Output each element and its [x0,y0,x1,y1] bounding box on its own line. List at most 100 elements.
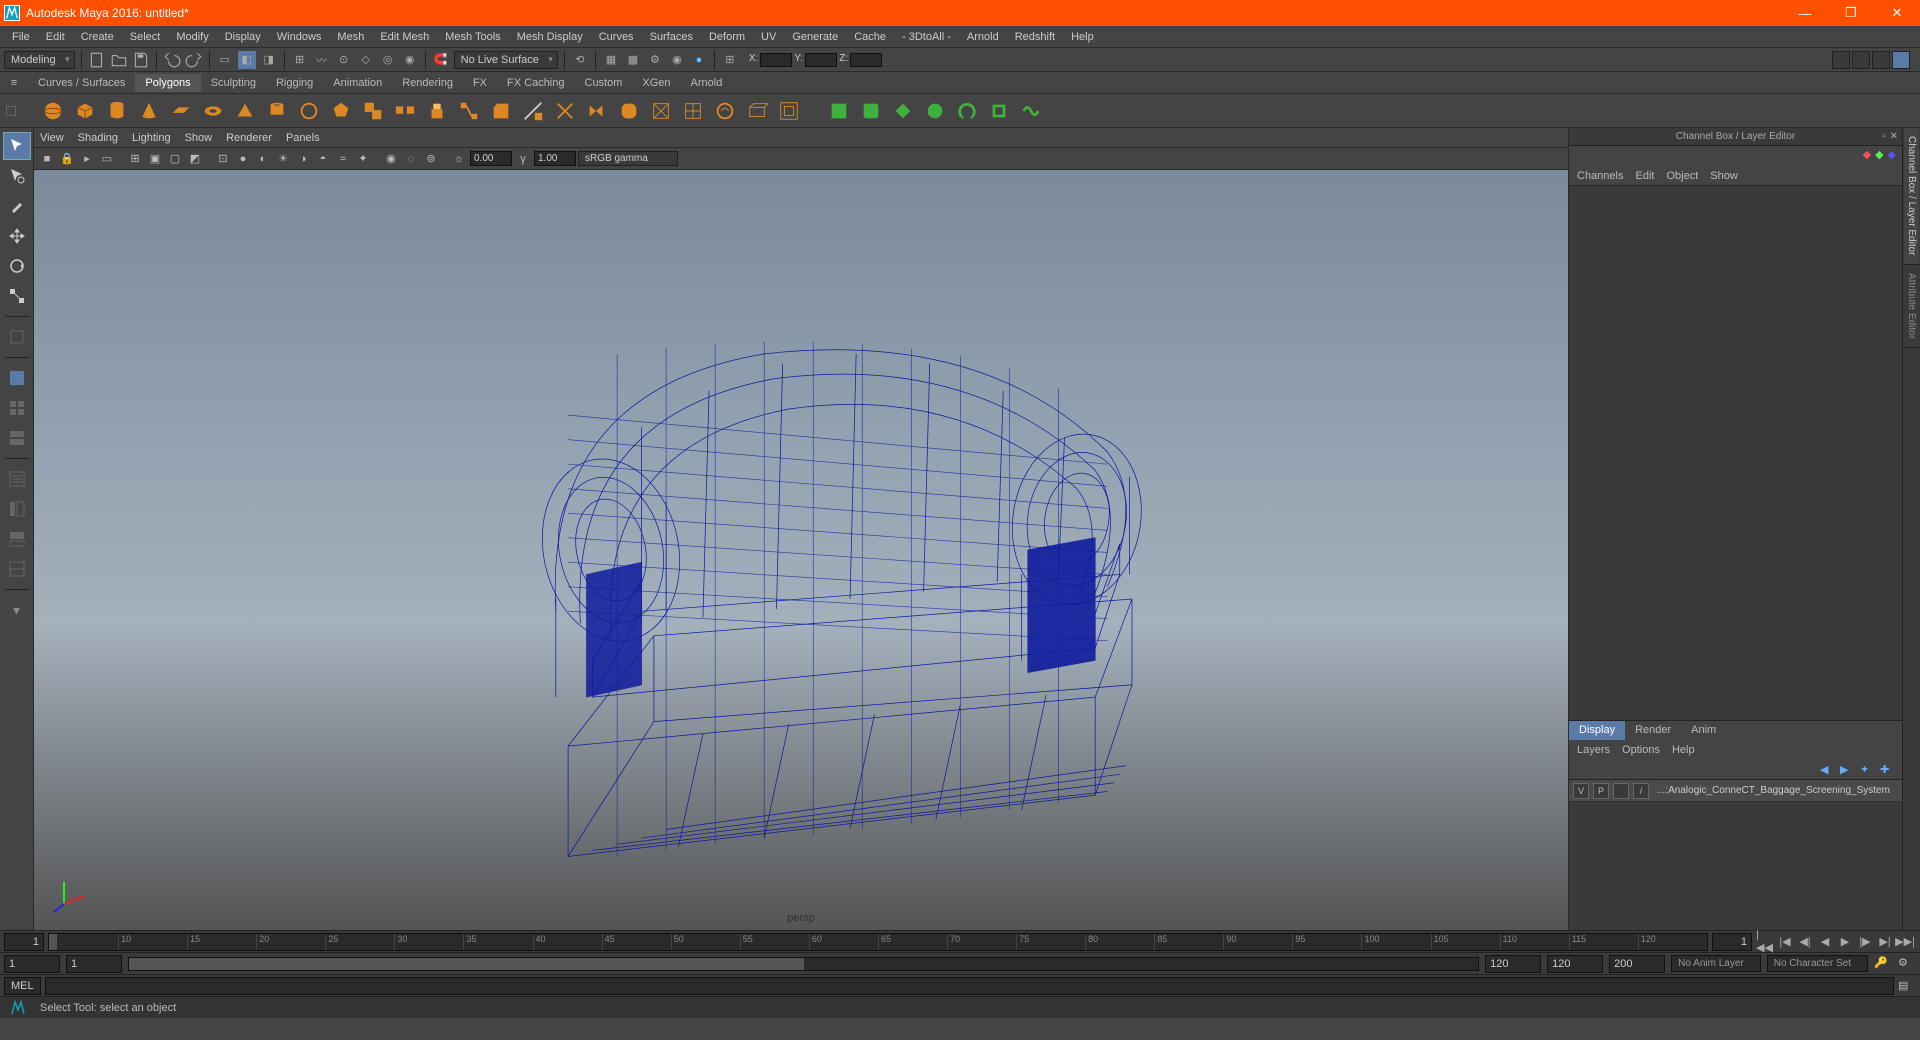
poly-pyramid-icon[interactable] [232,98,258,124]
new-scene-icon[interactable] [88,51,106,69]
snap-plane-icon[interactable]: ◇ [357,51,375,69]
cb-menu-edit[interactable]: Edit [1635,170,1654,182]
auto-key-icon[interactable]: 🔑 [1874,956,1892,972]
uv-editor-icon[interactable] [776,98,802,124]
step-forward-key-icon[interactable]: ▶| [1876,934,1894,950]
panel-layout-icon[interactable]: ⊞ [721,51,739,69]
play-forward-icon[interactable]: ▶ [1836,934,1854,950]
last-tool[interactable] [3,323,31,351]
layer-tab-render[interactable]: Render [1625,721,1681,740]
vp-textured-icon[interactable]: ◐ [254,150,272,168]
menu-surfaces[interactable]: Surfaces [642,28,701,46]
snap-grid-icon[interactable]: ⊞ [291,51,309,69]
poly-type-icon[interactable] [296,98,322,124]
menu-arnold[interactable]: Arnold [959,28,1007,46]
green-tool-1-icon[interactable] [826,98,852,124]
toggle-attr-editor-icon[interactable] [1832,51,1850,69]
snap-point-icon[interactable]: ⊙ [335,51,353,69]
range-outer-min[interactable]: 120 [1547,955,1603,973]
menu-select[interactable]: Select [122,28,169,46]
vp-film-gate-icon[interactable]: ▣ [146,150,164,168]
menu-display[interactable]: Display [217,28,269,46]
step-back-icon[interactable]: ◀| [1796,934,1814,950]
maximize-button[interactable]: ❐ [1828,0,1874,26]
cb-menu-object[interactable]: Object [1666,170,1698,182]
vp-ao-icon[interactable]: ◓ [314,150,332,168]
menu-uv[interactable]: UV [753,28,784,46]
layer-color-swatch[interactable] [1613,783,1629,799]
command-input[interactable] [45,977,1894,995]
maya-home-icon[interactable] [10,1000,26,1016]
channel-hyper-icon[interactable]: ◆ [1888,148,1896,164]
vp-menu-panels[interactable]: Panels [286,132,320,144]
shelf-menu-icon[interactable]: ≡ [0,77,28,89]
open-scene-icon[interactable] [110,51,128,69]
rotate-tool[interactable] [3,252,31,280]
live-surface-dropdown[interactable]: No Live Surface [454,51,558,69]
poly-sphere-icon[interactable] [40,98,66,124]
layer-new-selected-icon[interactable]: ✚ [1880,763,1894,777]
uv-planar-icon[interactable] [744,98,770,124]
layer-move-down-icon[interactable]: ▶ [1840,763,1854,777]
vp-exposure-field[interactable]: 0.00 [470,151,512,166]
shelf-tab-custom[interactable]: Custom [575,74,633,92]
quadrangulate-icon[interactable] [680,98,706,124]
smooth-icon[interactable] [616,98,642,124]
menu-help[interactable]: Help [1063,28,1102,46]
vp-select-camera-icon[interactable]: ■ [38,150,56,168]
make-live-icon[interactable]: 🧲 [432,51,450,69]
layer-display-type[interactable]: / [1633,783,1649,799]
vp-menu-shading[interactable]: Shading [78,132,118,144]
toggle-tool-settings-icon[interactable] [1852,51,1870,69]
x-field[interactable] [760,53,792,67]
menu-modify[interactable]: Modify [168,28,216,46]
shelf-tab-arnold[interactable]: Arnold [681,74,733,92]
layer-row[interactable]: VP/...:Analogic_ConneCT_Baggage_Screenin… [1569,780,1902,802]
shelf-tab-curves-surfaces[interactable]: Curves / Surfaces [28,74,135,92]
shelf-tab-fx[interactable]: FX [463,74,497,92]
menu-mesh-display[interactable]: Mesh Display [509,28,591,46]
close-button[interactable]: ✕ [1874,0,1920,26]
vp-bookmark-icon[interactable]: ▸ [78,150,96,168]
select-by-object-icon[interactable]: ◧ [238,51,256,69]
vp-shadows-icon[interactable]: ◑ [294,150,312,168]
script-editor-icon[interactable]: ▤ [1898,979,1916,992]
shelf-tab-rigging[interactable]: Rigging [266,74,323,92]
menu-edit[interactable]: Edit [38,28,73,46]
menu-deform[interactable]: Deform [701,28,753,46]
outliner-icon[interactable] [3,465,31,493]
vp-resolution-gate-icon[interactable]: ▢ [166,150,184,168]
shelf-tab-rendering[interactable]: Rendering [392,74,463,92]
layer-menu-help[interactable]: Help [1672,744,1695,756]
vp-shaded-icon[interactable]: ● [234,150,252,168]
render-frame-icon[interactable]: ▦ [602,51,620,69]
green-tool-3-icon[interactable] [890,98,916,124]
poly-pipe-icon[interactable] [264,98,290,124]
character-set-dropdown[interactable]: No Character Set [1767,955,1868,972]
layer-tab-anim[interactable]: Anim [1681,721,1726,740]
save-scene-icon[interactable] [132,51,150,69]
channel-slow-icon[interactable]: ◆ [1875,148,1883,164]
menu-redshift[interactable]: Redshift [1007,28,1063,46]
poly-torus-icon[interactable] [200,98,226,124]
layer-name[interactable]: ...:Analogic_ConneCT_Baggage_Screening_S… [1653,785,1898,796]
vp-isolate-icon[interactable]: ◉ [382,150,400,168]
mirror-icon[interactable] [584,98,610,124]
persp-outliner-icon[interactable] [3,495,31,523]
vp-menu-renderer[interactable]: Renderer [226,132,272,144]
green-tool-4-icon[interactable] [922,98,948,124]
z-field[interactable] [850,53,882,67]
dock-tab-channel-box-layer-editor[interactable]: Channel Box / Layer Editor [1904,128,1919,265]
layer-p-toggle[interactable]: P [1593,783,1609,799]
layer-menu-options[interactable]: Options [1622,744,1660,756]
redo-icon[interactable] [185,51,203,69]
range-outer-max[interactable]: 200 [1609,955,1665,973]
select-by-component-icon[interactable]: ◨ [260,51,278,69]
menu-windows[interactable]: Windows [269,28,330,46]
snap-view-icon[interactable]: ◎ [379,51,397,69]
vp-xray-icon[interactable]: ◌ [402,150,420,168]
time-track[interactable]: 5101520253035404550556065707580859095100… [48,933,1708,951]
hypershade-layout-icon[interactable] [3,525,31,553]
poly-cone-icon[interactable] [136,98,162,124]
scale-tool[interactable] [3,282,31,310]
